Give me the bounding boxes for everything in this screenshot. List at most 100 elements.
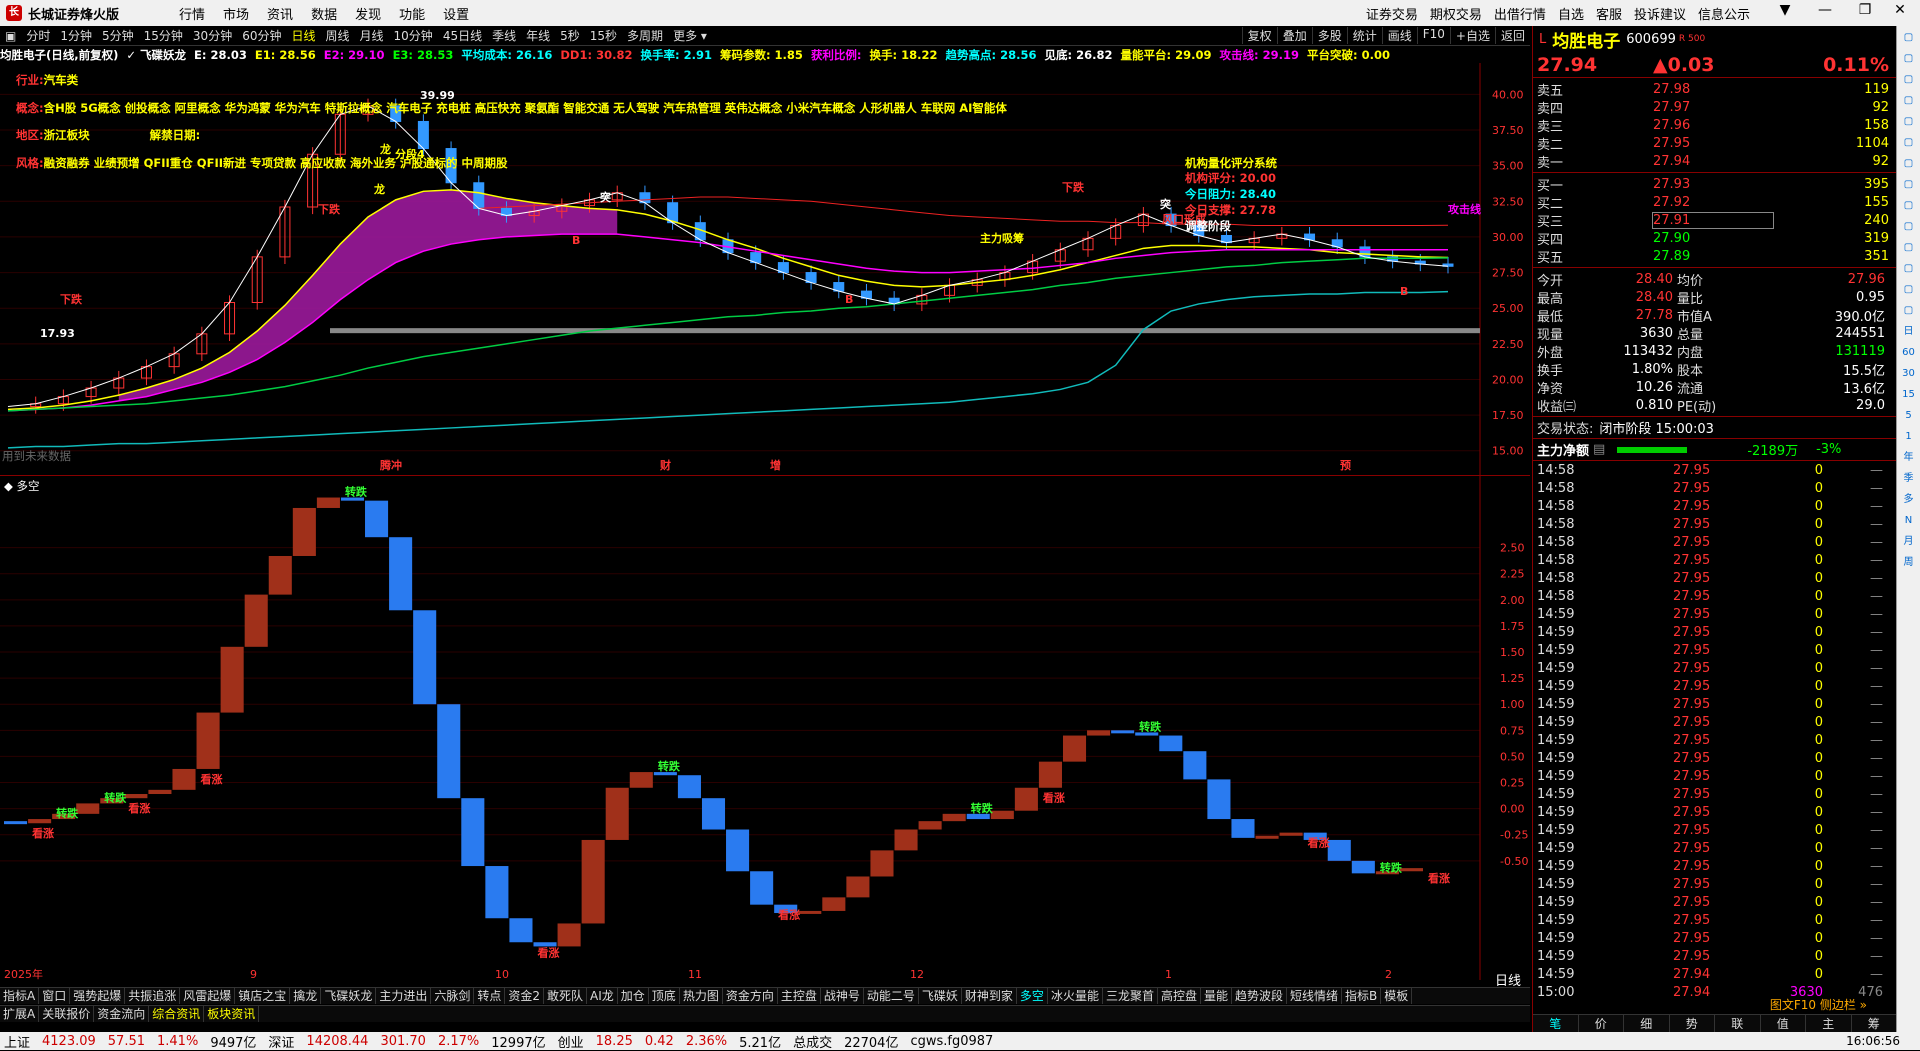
side-period-10[interactable]: 月 bbox=[1900, 533, 1918, 551]
period-tab-2[interactable]: 5分钟 bbox=[97, 27, 139, 44]
toolbar-right-btn-0[interactable]: 复权 bbox=[1241, 27, 1277, 44]
toolbar-right-btn-2[interactable]: 多股 bbox=[1311, 27, 1347, 44]
indicator-tab-23[interactable]: 多空 bbox=[1017, 988, 1048, 1004]
period-tab-9[interactable]: 10分钟 bbox=[389, 27, 438, 44]
indicator-tab-15[interactable]: 顶底 bbox=[649, 988, 680, 1004]
stock-name[interactable]: 均胜电子 bbox=[1552, 27, 1620, 52]
ask-row-0[interactable]: 卖五 27.98 119 bbox=[1533, 80, 1896, 99]
indicator-tab-13[interactable]: AI龙 bbox=[587, 988, 618, 1004]
period-tab-10[interactable]: 45日线 bbox=[438, 27, 487, 44]
period-tab-12[interactable]: 年线 bbox=[521, 27, 555, 44]
side-tool-icon-11[interactable]: ▢ bbox=[1900, 260, 1918, 278]
period-tab-6[interactable]: 日线 bbox=[286, 27, 320, 44]
side-tool-icon-1[interactable]: ▢ bbox=[1900, 50, 1918, 68]
period-tab-4[interactable]: 30分钟 bbox=[188, 27, 237, 44]
ask-row-1[interactable]: 卖四 27.97 92 bbox=[1533, 98, 1896, 117]
extension-tab-1[interactable]: 关联报价 bbox=[39, 1006, 95, 1022]
indicator-tab-11[interactable]: 资金2 bbox=[505, 988, 545, 1004]
period-tab-14[interactable]: 15秒 bbox=[585, 27, 622, 44]
extension-tab-0[interactable]: 扩展A bbox=[0, 1006, 40, 1022]
side-tool-icon-13[interactable]: ▢ bbox=[1900, 302, 1918, 320]
minimize-button[interactable]: — bbox=[1810, 2, 1840, 18]
right-menu-item-6[interactable]: 信息公示 bbox=[1698, 4, 1750, 23]
side-tool-icon-4[interactable]: ▢ bbox=[1900, 113, 1918, 131]
side-period-5[interactable]: 1 bbox=[1900, 428, 1918, 446]
side-period-2[interactable]: 30 bbox=[1900, 365, 1918, 383]
side-tool-icon-2[interactable]: ▢ bbox=[1900, 71, 1918, 89]
maximize-button[interactable]: ❐ bbox=[1850, 2, 1880, 18]
side-tool-icon-9[interactable]: ▢ bbox=[1900, 218, 1918, 236]
side-period-0[interactable]: 日 bbox=[1900, 323, 1918, 341]
right-menu-item-0[interactable]: 证券交易 bbox=[1366, 4, 1418, 23]
indicator-tab-22[interactable]: 财神到家 bbox=[962, 988, 1017, 1004]
side-tool-icon-5[interactable]: ▢ bbox=[1900, 134, 1918, 152]
indicator-tab-6[interactable]: 擒龙 bbox=[290, 988, 322, 1004]
duokong-oscillator-chart[interactable]: 2.50 2.25 2.00 1.75 1.50 1.25 1.00 0.75 0.50 0.25… bbox=[0, 475, 1530, 980]
right-menu-item-3[interactable]: 自选 bbox=[1558, 4, 1584, 23]
side-tool-icon-10[interactable]: ▢ bbox=[1900, 239, 1918, 257]
bid-row-4[interactable]: 买五 27.89 351 bbox=[1533, 247, 1896, 266]
toolbar-right-btn-3[interactable]: 统计 bbox=[1346, 27, 1382, 44]
side-period-6[interactable]: 年 bbox=[1900, 449, 1918, 467]
indicator-tab-10[interactable]: 转点 bbox=[474, 988, 506, 1004]
menu-item-6[interactable]: 设置 bbox=[443, 4, 469, 23]
right-tab-0[interactable]: 笔 bbox=[1533, 1015, 1579, 1033]
indicator-tab-25[interactable]: 三龙聚首 bbox=[1103, 988, 1158, 1004]
side-period-7[interactable]: 季 bbox=[1900, 470, 1918, 488]
indicator-tab-12[interactable]: 敢死队 bbox=[544, 988, 588, 1004]
indicator-tab-30[interactable]: 指标B bbox=[1342, 988, 1382, 1004]
menu-item-5[interactable]: 功能 bbox=[399, 4, 425, 23]
side-period-11[interactable]: 周 bbox=[1900, 554, 1918, 572]
period-tab-13[interactable]: 5秒 bbox=[555, 27, 585, 44]
side-period-3[interactable]: 15 bbox=[1900, 386, 1918, 404]
right-tab-6[interactable]: 主 bbox=[1806, 1015, 1852, 1033]
side-tool-icon-8[interactable]: ▢ bbox=[1900, 197, 1918, 215]
indicator-tab-1[interactable]: 窗口 bbox=[39, 988, 71, 1004]
side-period-4[interactable]: 5 bbox=[1900, 407, 1918, 425]
indicator-tab-5[interactable]: 镇店之宝 bbox=[235, 988, 291, 1004]
toolbar-right-btn-4[interactable]: 画线 bbox=[1381, 27, 1417, 44]
status-item-5[interactable]: 深证 bbox=[268, 1032, 294, 1051]
indicator-tab-21[interactable]: 飞碟妖 bbox=[919, 988, 962, 1004]
extension-tab-4[interactable]: 板块资讯 bbox=[204, 1006, 260, 1022]
period-tab-3[interactable]: 15分钟 bbox=[139, 27, 188, 44]
toolbar-menu-icon[interactable]: ▣ bbox=[0, 29, 21, 43]
side-tool-icon-7[interactable]: ▢ bbox=[1900, 176, 1918, 194]
indicator-tab-4[interactable]: 风雷起爆 bbox=[180, 988, 236, 1004]
side-period-9[interactable]: N bbox=[1900, 512, 1918, 530]
extension-tab-3[interactable]: 综合资讯 bbox=[149, 1006, 205, 1022]
side-tool-icon-3[interactable]: ▢ bbox=[1900, 92, 1918, 110]
right-tab-7[interactable]: 筹 bbox=[1852, 1015, 1897, 1033]
indicator-tab-24[interactable]: 冰火量能 bbox=[1048, 988, 1103, 1004]
right-tab-1[interactable]: 价 bbox=[1579, 1015, 1624, 1033]
main-kline-chart[interactable]: 40.00 37.50 35.00 32.50 30.00 27.50 25.00 22.50… bbox=[0, 63, 1530, 475]
period-tab-16[interactable]: 更多 ▾ bbox=[668, 27, 712, 44]
indicator-tab-18[interactable]: 主控盘 bbox=[778, 988, 821, 1004]
bid-row-1[interactable]: 买二 27.92 155 bbox=[1533, 193, 1896, 212]
menu-item-4[interactable]: 发现 bbox=[355, 4, 381, 23]
indicator-tab-27[interactable]: 量能 bbox=[1201, 988, 1232, 1004]
right-menu-item-2[interactable]: 出借行情 bbox=[1494, 4, 1546, 23]
right-menu-item-4[interactable]: 客服 bbox=[1596, 4, 1622, 23]
indicator-tab-20[interactable]: 动能二号 bbox=[864, 988, 919, 1004]
indicator-tab-26[interactable]: 高控盘 bbox=[1158, 988, 1201, 1004]
right-menu-item-5[interactable]: 投诉建议 bbox=[1634, 4, 1686, 23]
indicator-tab-0[interactable]: 指标A bbox=[0, 988, 40, 1004]
right-menu-item-1[interactable]: 期权交易 bbox=[1430, 4, 1482, 23]
indicator-tab-28[interactable]: 趋势波段 bbox=[1232, 988, 1288, 1004]
main-net-icon[interactable]: ▤ bbox=[1593, 442, 1605, 457]
indicator-tab-14[interactable]: 加仓 bbox=[618, 988, 649, 1004]
indicator-tab-3[interactable]: 共振追涨 bbox=[125, 988, 181, 1004]
status-item-10[interactable]: 创业 bbox=[558, 1032, 584, 1051]
menu-item-3[interactable]: 数据 bbox=[311, 4, 337, 23]
toolbar-right-btn-1[interactable]: 叠加 bbox=[1276, 27, 1312, 44]
indicator-tab-9[interactable]: 六脉剑 bbox=[431, 988, 475, 1004]
menu-item-0[interactable]: 行情 bbox=[179, 4, 205, 23]
period-tab-8[interactable]: 月线 bbox=[355, 27, 389, 44]
right-tab-4[interactable]: 联 bbox=[1715, 1015, 1761, 1033]
toolbar-right-btn-6[interactable]: +自选 bbox=[1449, 27, 1495, 44]
toolbar-right-btn-7[interactable]: 返回 bbox=[1494, 27, 1530, 44]
bid-row-0[interactable]: 买一 27.93 395 bbox=[1533, 175, 1896, 194]
dropdown-icon[interactable]: ▼ bbox=[1770, 2, 1800, 18]
indicator-tab-19[interactable]: 战神号 bbox=[821, 988, 864, 1004]
